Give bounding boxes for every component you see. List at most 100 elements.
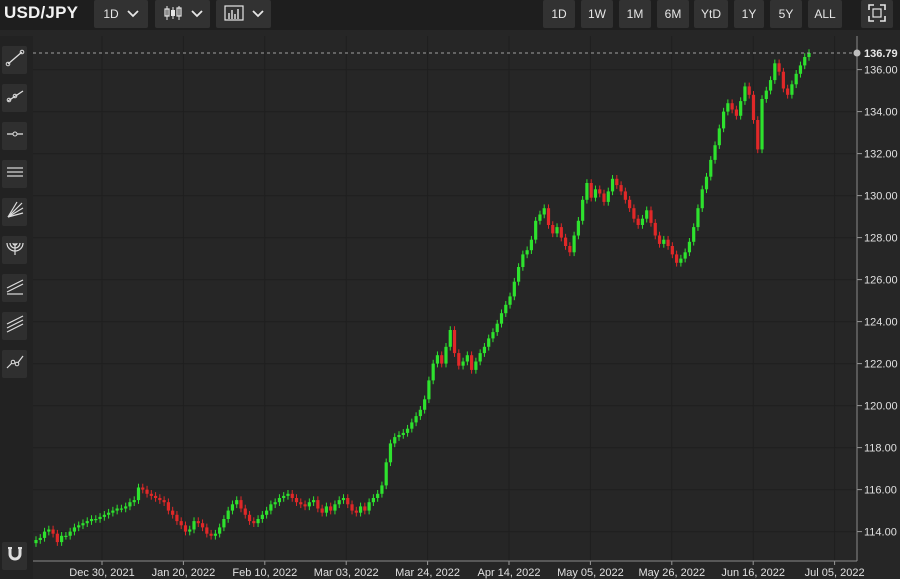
candle-body [205, 527, 209, 534]
tool-pitchfork[interactable] [2, 312, 27, 340]
candle-body [410, 422, 414, 429]
candle-body [585, 183, 589, 200]
tool-ray-line[interactable] [2, 84, 27, 112]
y-tick-label: 114.00 [864, 527, 897, 539]
candle-body [64, 535, 68, 537]
candle-body [341, 498, 346, 501]
chevron-down-icon [251, 7, 264, 21]
candle-body [175, 514, 179, 522]
tool-parallel-channel[interactable] [2, 160, 27, 188]
candle-body [423, 399, 427, 410]
symbol-title: USD/JPY [4, 3, 79, 22]
candle-body [81, 523, 85, 526]
range-ytd-button[interactable]: YtD [694, 0, 728, 28]
candle-body [179, 521, 183, 526]
candle-body [380, 485, 384, 494]
regression-channel-icon [5, 276, 25, 301]
candle-body [94, 519, 98, 521]
candle-body [700, 189, 704, 209]
candle-body [628, 199, 632, 209]
parallel-channel-icon [5, 162, 25, 187]
candle-body [307, 502, 311, 507]
chart-style-select[interactable] [155, 0, 210, 28]
candle-body [60, 535, 64, 543]
x-tick-label: Jun 16, 2022 [721, 567, 785, 579]
candle-body [320, 508, 324, 513]
candle-body [431, 363, 435, 381]
candle-body [709, 159, 713, 177]
candle-body [363, 506, 367, 511]
candle-body [226, 510, 230, 519]
range-6m-button[interactable]: 6M [657, 0, 689, 28]
candle-body [427, 380, 431, 400]
price-chart[interactable]: 114.00 116.00 118.00 120.00 122.00 124.00 126.… [0, 0, 900, 579]
candle-body [610, 178, 615, 192]
candle-body [115, 508, 119, 511]
chevron-down-icon [127, 7, 139, 21]
candle-body [679, 258, 683, 263]
candle-body [166, 502, 170, 511]
interval-label: 1D [103, 7, 119, 21]
candlestick-icon [163, 5, 183, 24]
candle-body [397, 435, 401, 438]
candle-body [247, 514, 252, 522]
candle-body [704, 176, 709, 190]
candle-body [47, 529, 51, 532]
y-tick-label: 116.00 [864, 485, 897, 497]
tool-magnet[interactable] [2, 542, 27, 570]
candle-body [615, 178, 619, 186]
candle-body [252, 521, 256, 524]
last-price-marker [853, 49, 861, 57]
candle-body [777, 63, 781, 72]
x-tick-label: Jul 05, 2022 [805, 567, 865, 579]
candle-body [141, 487, 145, 490]
range-1y-button[interactable]: 1Y [734, 0, 764, 28]
candle-body [218, 527, 222, 534]
tool-polyline[interactable] [2, 350, 27, 378]
tool-trend-line[interactable] [2, 46, 27, 74]
candle-body [756, 120, 760, 150]
candle-body [448, 330, 452, 347]
fullscreen-button[interactable] [861, 0, 893, 28]
y-tick-label: 132.00 [864, 149, 898, 161]
candle-body [269, 504, 273, 511]
trend-line-icon [5, 48, 25, 73]
polyline-icon [5, 352, 25, 377]
candle-body [538, 214, 542, 221]
last-price-label: 136.79 [864, 48, 898, 60]
candle-body [760, 99, 764, 150]
pitchfork-icon [5, 314, 25, 339]
candle-body [576, 220, 580, 236]
candle-body [235, 500, 239, 505]
range-all-button[interactable]: ALL [808, 0, 842, 28]
candle-body [286, 493, 290, 496]
x-tick-label: May 05, 2022 [557, 567, 624, 579]
candle-body [196, 521, 200, 524]
range-5y-button[interactable]: 5Y [770, 0, 802, 28]
candle-body [786, 88, 790, 95]
candle-body [636, 218, 640, 225]
tool-regression-channel[interactable] [2, 274, 27, 302]
drawing-tools-sidebar [0, 36, 33, 579]
range-1w-button[interactable]: 1W [581, 0, 613, 28]
tool-fibonacci-arc[interactable] [2, 236, 27, 264]
range-1d-button[interactable]: 1D [543, 0, 575, 28]
tool-horizontal-line[interactable] [2, 122, 27, 150]
candle-body [260, 514, 264, 519]
candle-body [183, 525, 188, 532]
x-tick-label: Apr 14, 2022 [478, 567, 541, 579]
y-tick-label: 128.00 [864, 233, 898, 245]
indicator-select[interactable] [216, 0, 271, 28]
magnet-icon [5, 544, 25, 569]
candle-body [726, 103, 730, 112]
candle-body [717, 128, 721, 146]
candle-body [606, 191, 610, 202]
range-1m-button[interactable]: 1M [619, 0, 651, 28]
candle-body [162, 500, 166, 503]
candle-body [107, 512, 111, 515]
tool-fan-lines[interactable] [2, 198, 27, 226]
interval-select[interactable]: 1D [94, 0, 148, 28]
chart-toolbar: USD/JPY 1D 1D 1W 1M 6M YtD 1Y 5Y ALL [0, 0, 900, 30]
candle-body [333, 504, 337, 511]
candle-body [329, 506, 333, 511]
